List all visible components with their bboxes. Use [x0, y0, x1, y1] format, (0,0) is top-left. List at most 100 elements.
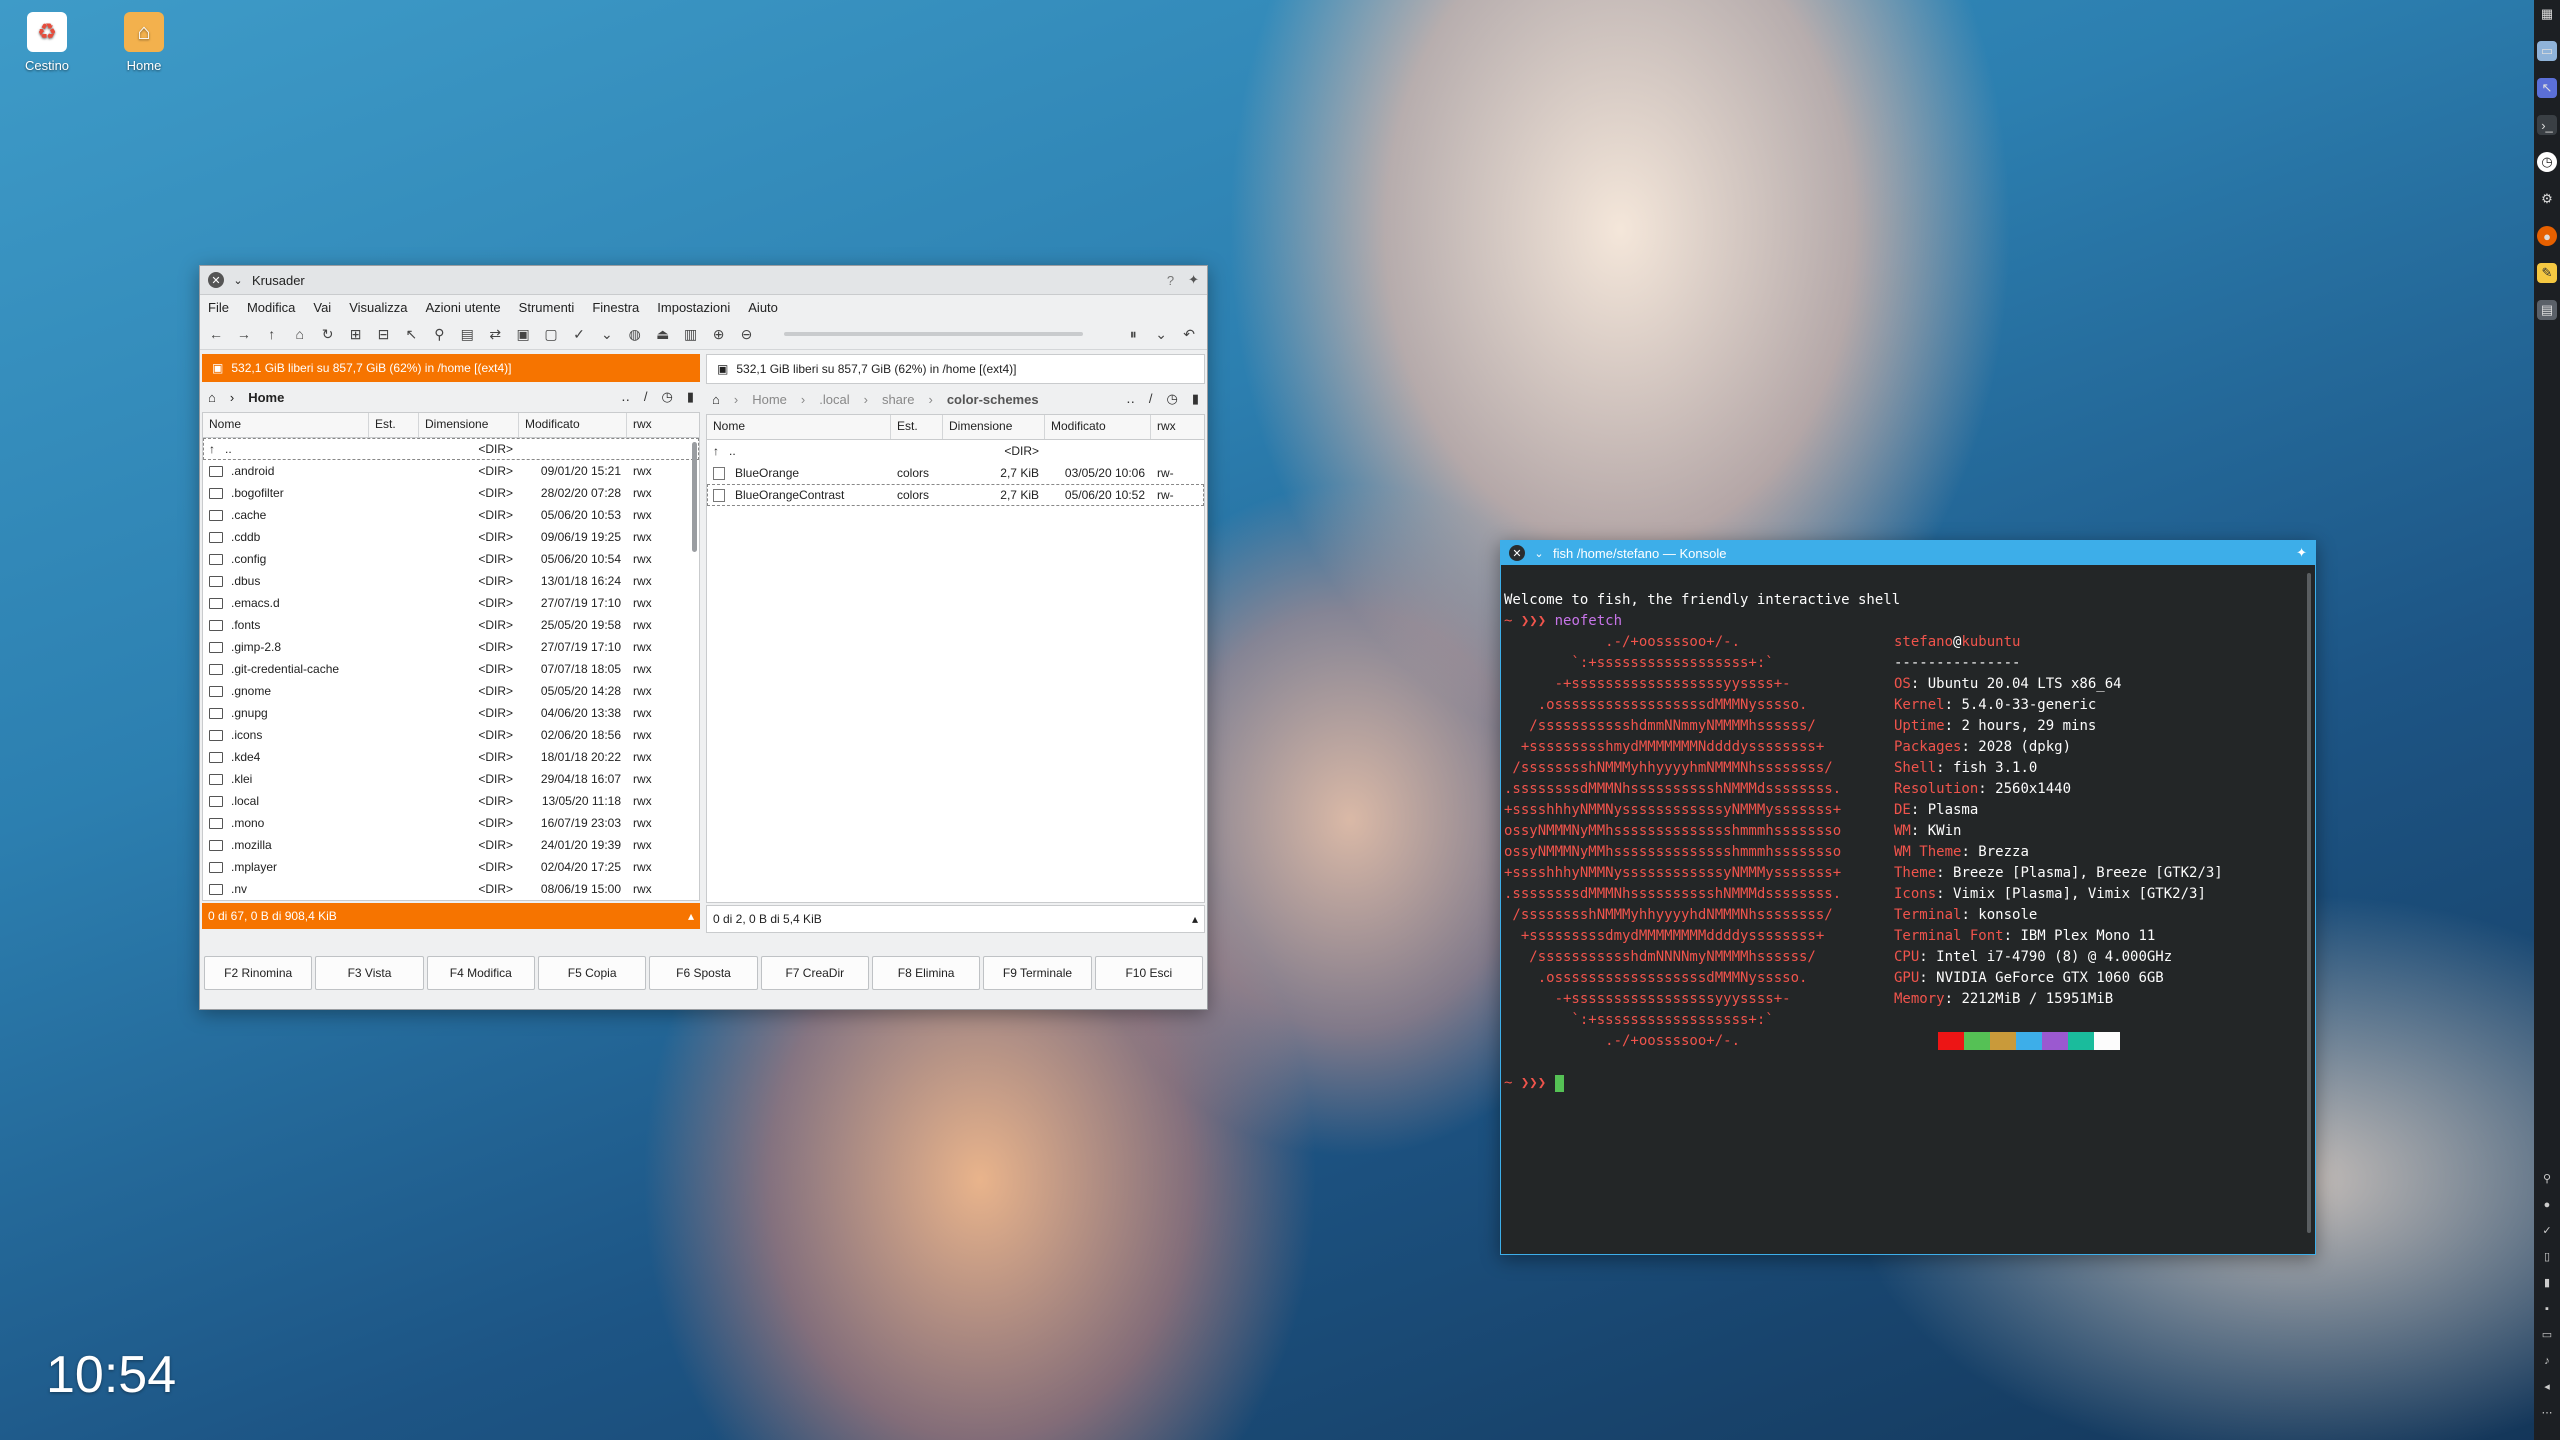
file-row[interactable]: .config <DIR> 05/06/20 10:54 rwx: [203, 548, 699, 570]
steam-icon[interactable]: ⚙: [2537, 189, 2557, 209]
pause-icon[interactable]: ⏸: [1123, 324, 1143, 344]
file-row[interactable]: .mozilla <DIR> 24/01/20 19:39 rwx: [203, 834, 699, 856]
file-row[interactable]: .bogofilter <DIR> 28/02/20 07:28 rwx: [203, 482, 699, 504]
menu-view[interactable]: Visualizza: [349, 300, 407, 315]
home-icon[interactable]: ⌂: [712, 392, 720, 407]
file-row[interactable]: .mono <DIR> 16/07/19 23:03 rwx: [203, 812, 699, 834]
expand-tray-icon[interactable]: ◂: [2540, 1380, 2554, 1394]
file-row[interactable]: .nv <DIR> 08/06/19 15:00 rwx: [203, 878, 699, 900]
show-desktop-icon[interactable]: ⋯: [2540, 1406, 2554, 1420]
col-rwx[interactable]: rwx: [1151, 415, 1204, 439]
file-row[interactable]: .local <DIR> 13/05/20 11:18 rwx: [203, 790, 699, 812]
file-row[interactable]: .gnome <DIR> 05/05/20 14:28 rwx: [203, 680, 699, 702]
menu-edit[interactable]: Modifica: [247, 300, 295, 315]
menu-settings[interactable]: Impostazioni: [657, 300, 730, 315]
new-file-icon[interactable]: ▤: [457, 324, 477, 344]
breadcrumb-local[interactable]: .local: [819, 392, 849, 407]
pin-icon[interactable]: ⚲: [2540, 1172, 2554, 1186]
help-icon[interactable]: ?: [1167, 273, 1174, 288]
col-ext[interactable]: Est.: [369, 413, 419, 437]
f8-delete-button[interactable]: F8 Elimina: [871, 956, 981, 990]
col-size[interactable]: Dimensione: [943, 415, 1045, 439]
pointer-icon[interactable]: ↖: [401, 324, 421, 344]
col-size[interactable]: Dimensione: [419, 413, 519, 437]
krusader-task-icon[interactable]: ↖: [2537, 78, 2557, 98]
close-tab-icon[interactable]: ⊖: [737, 324, 757, 344]
menu-tools[interactable]: Strumenti: [519, 300, 575, 315]
cast-icon[interactable]: ▤: [2537, 300, 2557, 320]
col-name[interactable]: Nome: [707, 415, 891, 439]
file-row[interactable]: .gnupg <DIR> 04/06/20 13:38 rwx: [203, 702, 699, 724]
scrollbar[interactable]: [692, 442, 697, 552]
desktop-icon-home[interactable]: ⌂ Home: [99, 12, 189, 73]
f3-view-button[interactable]: F3 Vista: [315, 956, 424, 990]
media-icon[interactable]: ●: [2540, 1198, 2554, 1212]
f5-copy-button[interactable]: F5 Copia: [537, 956, 647, 990]
compare-icon[interactable]: ⇄: [485, 324, 505, 344]
breadcrumb-color-schemes[interactable]: color-schemes: [947, 392, 1039, 407]
network-icon[interactable]: ▭: [2540, 1328, 2554, 1342]
chevron-up-icon[interactable]: ▴: [688, 909, 694, 923]
breadcrumb-home[interactable]: Home: [248, 390, 284, 405]
close-icon[interactable]: ✕: [1509, 545, 1525, 561]
select-all-icon[interactable]: ⊞: [346, 324, 366, 344]
mount-icon[interactable]: ⏏: [653, 324, 673, 344]
usb-icon[interactable]: ▪: [2540, 1302, 2554, 1316]
free-space-bar[interactable]: ▣ 532,1 GiB liberi su 857,7 GiB (62%) in…: [706, 354, 1205, 384]
col-name[interactable]: Nome: [203, 413, 369, 437]
phone-icon[interactable]: ▮: [2540, 1276, 2554, 1290]
root-dir-icon[interactable]: /: [644, 389, 648, 405]
col-modified[interactable]: Modificato: [1045, 415, 1151, 439]
undo-icon[interactable]: ↶: [1179, 324, 1199, 344]
file-row[interactable]: .fonts <DIR> 25/05/20 19:58 rwx: [203, 614, 699, 636]
history-icon[interactable]: ◷: [662, 389, 673, 405]
refresh-icon[interactable]: ↻: [318, 324, 338, 344]
f6-move-button[interactable]: F6 Sposta: [649, 956, 758, 990]
clipboard-icon[interactable]: ▯: [2540, 1250, 2554, 1264]
scrollbar[interactable]: [2307, 573, 2311, 1233]
app-launcher-icon[interactable]: ▦: [2537, 4, 2557, 24]
file-row[interactable]: BlueOrangeContrast colors 2,7 KiB 05/06/20 …: [707, 484, 1204, 506]
file-row[interactable]: ↑.. <DIR>: [707, 440, 1204, 462]
home-icon[interactable]: ⌂: [290, 324, 310, 344]
kdeconnect-icon[interactable]: ✓: [2540, 1224, 2554, 1238]
search-icon[interactable]: ⚲: [429, 324, 449, 344]
new-tab-icon[interactable]: ⊕: [709, 324, 729, 344]
free-space-bar[interactable]: ▣ 532,1 GiB liberi su 857,7 GiB (62%) in…: [202, 354, 700, 382]
back-icon[interactable]: ←: [206, 324, 226, 344]
volume-icon[interactable]: ♪: [2540, 1354, 2554, 1368]
parent-dir-icon[interactable]: ‥: [621, 389, 630, 405]
bookmark-icon[interactable]: ▮: [1192, 391, 1199, 407]
file-manager-icon[interactable]: ▭: [2537, 41, 2557, 61]
up-icon[interactable]: ↑: [262, 324, 282, 344]
bookmark-icon[interactable]: ▮: [687, 389, 694, 405]
unselect-icon[interactable]: ⊟: [374, 324, 394, 344]
menu-help[interactable]: Aiuto: [748, 300, 778, 315]
firefox-icon[interactable]: ●: [2537, 226, 2557, 246]
file-row[interactable]: .android <DIR> 09/01/20 15:21 rwx: [203, 460, 699, 482]
file-row[interactable]: .cache <DIR> 05/06/20 10:53 rwx: [203, 504, 699, 526]
pin-icon[interactable]: ✦: [1188, 272, 1199, 288]
konsole-task-icon[interactable]: ›_: [2537, 115, 2557, 135]
file-row[interactable]: .mplayer <DIR> 02/04/20 17:25 rwx: [203, 856, 699, 878]
pin-icon[interactable]: ✦: [2296, 545, 2307, 561]
chevron-down-icon[interactable]: ⌄: [230, 272, 246, 288]
close-icon[interactable]: ✕: [208, 272, 224, 288]
home-icon[interactable]: ⌂: [208, 390, 216, 405]
f7-mkdir-button[interactable]: F7 CreaDir: [760, 956, 869, 990]
root-dir-icon[interactable]: /: [1149, 391, 1153, 407]
krusader-titlebar[interactable]: ✕ ⌄ Krusader ? ✦: [200, 266, 1207, 295]
file-row[interactable]: .kde4 <DIR> 18/01/18 20:22 rwx: [203, 746, 699, 768]
menu-file[interactable]: File: [208, 300, 229, 315]
chevron-down-icon[interactable]: ⌄: [1531, 545, 1547, 561]
file-row[interactable]: .gimp-2.8 <DIR> 27/07/19 17:10 rwx: [203, 636, 699, 658]
breadcrumb-share[interactable]: share: [882, 392, 915, 407]
dropdown-icon[interactable]: ⌄: [597, 324, 617, 344]
terminal-output[interactable]: Welcome to fish, the friendly interactiv…: [1501, 565, 2315, 1248]
file-row[interactable]: .emacs.d <DIR> 27/07/19 17:10 rwx: [203, 592, 699, 614]
file-row[interactable]: .git-credential-cache <DIR> 07/07/18 18:05…: [203, 658, 699, 680]
check-icon[interactable]: ✓: [569, 324, 589, 344]
col-rwx[interactable]: rwx: [627, 413, 687, 437]
file-row[interactable]: .klei <DIR> 29/04/18 16:07 rwx: [203, 768, 699, 790]
parent-dir-icon[interactable]: ‥: [1126, 391, 1135, 407]
